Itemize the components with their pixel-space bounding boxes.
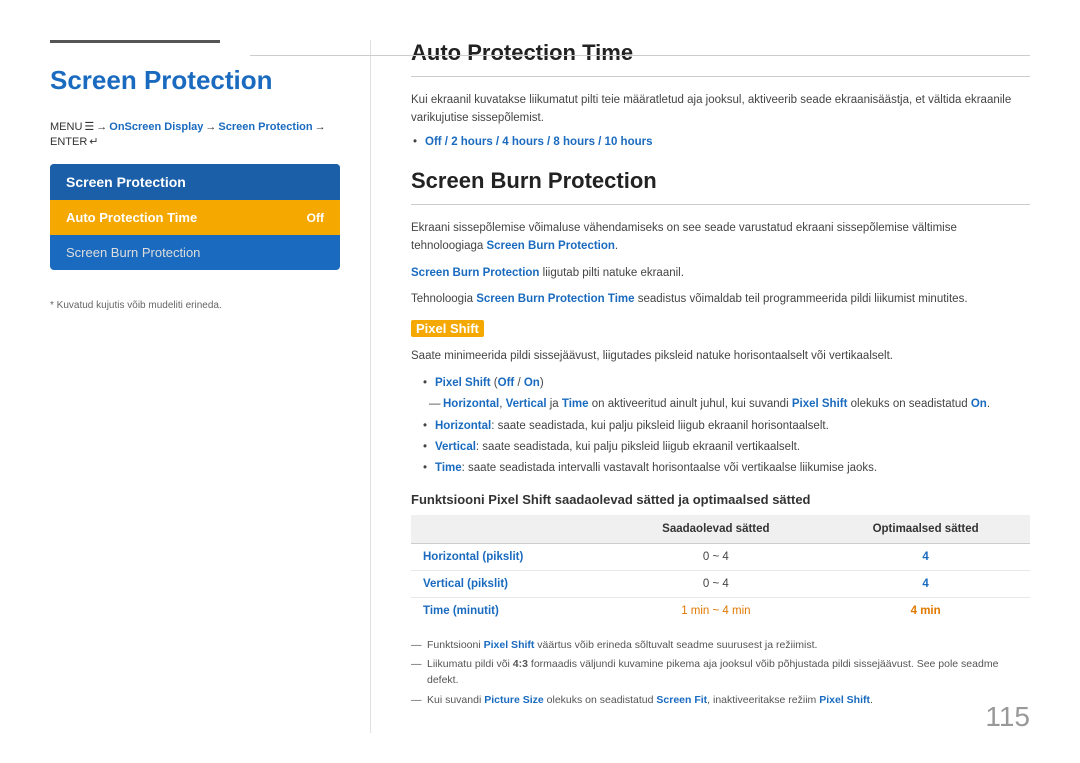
menu-icon: ☰ bbox=[84, 120, 94, 133]
col-header-feature bbox=[411, 515, 610, 544]
enter-icon: ↵ bbox=[89, 135, 98, 148]
menu-label: MENU bbox=[50, 121, 82, 133]
auto-protection-body: Kui ekraanil kuvatakse liikumatut pilti … bbox=[411, 91, 1030, 128]
pixel-shift-body: Saate minimeerida pildi sissejäävust, li… bbox=[411, 347, 1030, 365]
row-range-vertical: 0 ~ 4 bbox=[610, 570, 821, 597]
onscreen-display-link[interactable]: OnScreen Display bbox=[109, 121, 203, 133]
pixel-shift-bullets: Pixel Shift (Off / On) Horizontal, Verti… bbox=[421, 374, 1030, 478]
menu-item-label: Auto Protection Time bbox=[66, 210, 197, 225]
top-line-decoration bbox=[50, 40, 220, 43]
menu-item-screen-burn[interactable]: Screen Burn Protection bbox=[50, 235, 340, 270]
table-row: Horizontal (pikslit) 0 ~ 4 4 bbox=[411, 543, 1030, 570]
row-label-horizontal: Horizontal (pikslit) bbox=[411, 543, 610, 570]
pixel-shift-label: Pixel Shift bbox=[411, 320, 484, 337]
options-item: Off / 2 hours / 4 hours / 8 hours / 10 h… bbox=[411, 136, 1030, 148]
arrow3: → bbox=[315, 121, 326, 133]
row-label-time: Time (minutit) bbox=[411, 597, 610, 624]
auto-protection-title: Auto Protection Time bbox=[411, 40, 1030, 77]
pixel-shift-section: Pixel Shift Saate minimeerida pildi siss… bbox=[411, 320, 1030, 708]
menu-item-label: Screen Burn Protection bbox=[66, 245, 200, 260]
fn-item-3: Kui suvandi Picture Size olekuks on sead… bbox=[411, 693, 1030, 709]
table-section-title: Funktsiooni Pixel Shift saadaolevad sätt… bbox=[411, 492, 1030, 507]
screen-burn-section: Screen Burn Protection Ekraani sissepõle… bbox=[411, 168, 1030, 309]
auto-protection-options-list: Off / 2 hours / 4 hours / 8 hours / 10 h… bbox=[411, 136, 1030, 148]
table-row: Time (minutit) 1 min ~ 4 min 4 min bbox=[411, 597, 1030, 624]
bullet-vertical: Vertical: saate seadistada, kui palju pi… bbox=[421, 438, 1030, 456]
dash-horizontal-note: Horizontal, Vertical ja Time on aktiveer… bbox=[421, 395, 1030, 413]
menu-item-auto-protection[interactable]: Auto Protection Time Off bbox=[50, 200, 340, 235]
row-optimal-vertical: 4 bbox=[821, 570, 1030, 597]
right-column: Auto Protection Time Kui ekraanil kuvata… bbox=[370, 40, 1030, 733]
row-range-horizontal: 0 ~ 4 bbox=[610, 543, 821, 570]
screen-burn-link1: Screen Burn Protection bbox=[486, 240, 614, 252]
options-text: Off / 2 hours / 4 hours / 8 hours / 10 h… bbox=[425, 136, 652, 148]
bullet-text: Pixel Shift (Off / On) bbox=[435, 377, 544, 389]
left-section-title: Screen Protection bbox=[50, 65, 340, 96]
menu-path: MENU ☰ → OnScreen Display → Screen Prote… bbox=[50, 120, 340, 148]
screen-burn-body1: Ekraani sissepõlemise võimaluse vähendam… bbox=[411, 219, 1030, 256]
menu-item-value: Off bbox=[307, 211, 324, 225]
pixel-shift-table: Saadaolevad sätted Optimaalsed sätted Ho… bbox=[411, 515, 1030, 624]
menu-box-header: Screen Protection bbox=[50, 164, 340, 200]
page-number: 115 bbox=[985, 701, 1030, 733]
screen-burn-link3: Screen Burn Protection Time bbox=[476, 293, 634, 305]
arrow2: → bbox=[205, 121, 216, 133]
col-header-available: Saadaolevad sätted bbox=[610, 515, 821, 544]
screen-burn-link2: Screen Burn Protection bbox=[411, 267, 539, 279]
fn-item-2: Liikumatu pildi või 4:3 formaadis väljun… bbox=[411, 657, 1030, 689]
table-header-row: Saadaolevad sätted Optimaalsed sätted bbox=[411, 515, 1030, 544]
screen-protection-menu-box: Screen Protection Auto Protection Time O… bbox=[50, 164, 340, 270]
screen-protection-link[interactable]: Screen Protection bbox=[218, 121, 312, 133]
row-label-vertical: Vertical (pikslit) bbox=[411, 570, 610, 597]
pixel-shift-footnotes: Funktsiooni Pixel Shift väärtus võib eri… bbox=[411, 638, 1030, 709]
row-optimal-time: 4 min bbox=[821, 597, 1030, 624]
screen-burn-body2: Screen Burn Protection liigutab pilti na… bbox=[411, 264, 1030, 282]
col-header-optimal: Optimaalsed sätted bbox=[821, 515, 1030, 544]
top-divider-line bbox=[250, 55, 1030, 56]
fn-item-1: Funktsiooni Pixel Shift väärtus võib eri… bbox=[411, 638, 1030, 654]
row-optimal-horizontal: 4 bbox=[821, 543, 1030, 570]
auto-protection-section: Auto Protection Time Kui ekraanil kuvata… bbox=[411, 40, 1030, 148]
screen-burn-title: Screen Burn Protection bbox=[411, 168, 1030, 205]
screen-burn-body3: Tehnoloogia Screen Burn Protection Time … bbox=[411, 290, 1030, 308]
left-footnote: * Kuvatud kujutis võib mudeliti erineda. bbox=[50, 300, 340, 311]
table-row: Vertical (pikslit) 0 ~ 4 4 bbox=[411, 570, 1030, 597]
enter-label: ENTER bbox=[50, 136, 87, 148]
bullet-pixel-shift-onoff: Pixel Shift (Off / On) bbox=[421, 374, 1030, 392]
bullet-time: Time: saate seadistada intervalli vastav… bbox=[421, 459, 1030, 477]
arrow1: → bbox=[96, 121, 107, 133]
bullet-horizontal: Horizontal: saate seadistada, kui palju … bbox=[421, 417, 1030, 435]
left-column: Screen Protection MENU ☰ → OnScreen Disp… bbox=[50, 40, 370, 733]
row-range-time: 1 min ~ 4 min bbox=[610, 597, 821, 624]
